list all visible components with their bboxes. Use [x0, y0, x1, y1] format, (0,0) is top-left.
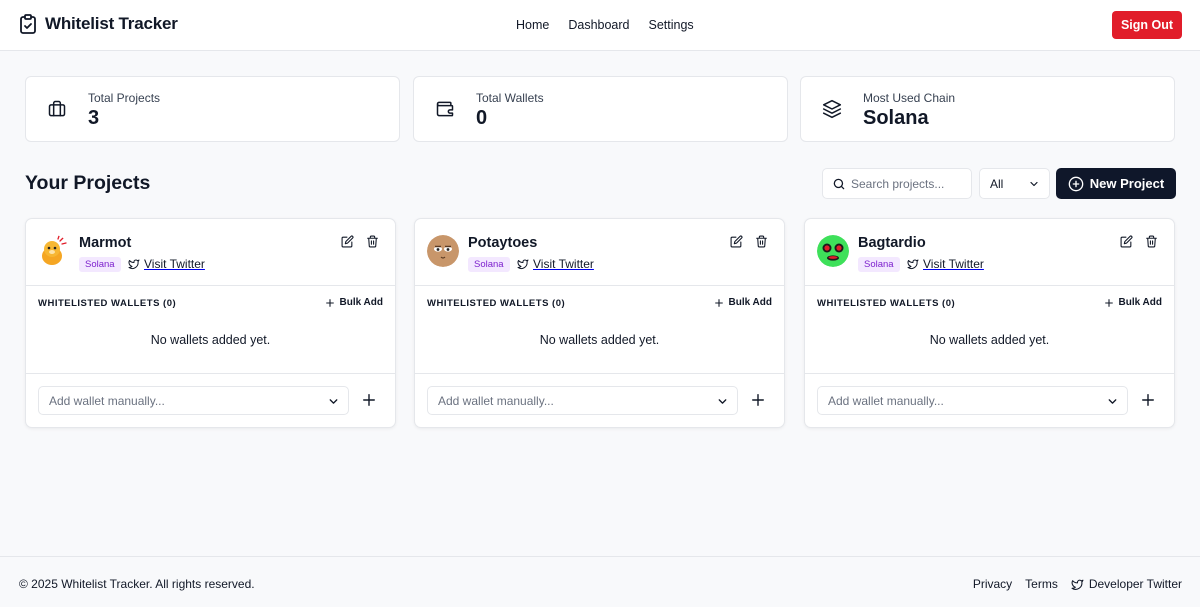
chevron-down-icon: [327, 395, 340, 408]
edit-icon[interactable]: [341, 235, 354, 248]
main-nav: Home Dashboard Settings: [516, 18, 694, 32]
divider: [415, 285, 784, 286]
project-name: Potaytoes: [468, 235, 538, 251]
nav-settings[interactable]: Settings: [649, 18, 694, 32]
stat-label: Most Used Chain: [863, 91, 956, 105]
divider: [805, 285, 1174, 286]
project-card: Potaytoes Solana Visit Twitter WHITELIST…: [414, 218, 785, 428]
add-wallet-plus-icon[interactable]: [751, 393, 765, 407]
brand-title: Whitelist Tracker: [45, 14, 178, 33]
visit-twitter-link[interactable]: Visit Twitter: [128, 257, 205, 271]
footer-links: Privacy Terms Developer Twitter: [973, 577, 1182, 591]
add-wallet-placeholder: Add wallet manually...: [49, 394, 165, 408]
bulk-add-button[interactable]: Bulk Add: [1104, 297, 1162, 308]
add-wallet-select[interactable]: Add wallet manually...: [427, 386, 738, 415]
project-card: Marmot Solana Visit Twitter WHITELISTED …: [25, 218, 396, 428]
add-wallet-select[interactable]: Add wallet manually...: [817, 386, 1128, 415]
new-project-label: New Project: [1089, 176, 1165, 191]
add-wallet-placeholder: Add wallet manually...: [828, 394, 944, 408]
footer-terms-link[interactable]: Terms: [1025, 577, 1058, 591]
divider: [415, 373, 784, 374]
app-footer: © 2025 Whitelist Tracker. All rights res…: [0, 556, 1200, 607]
project-name: Bagtardio: [858, 235, 926, 251]
chain-badge: Solana: [858, 257, 900, 272]
trash-icon[interactable]: [755, 235, 768, 248]
twitter-icon: [128, 258, 140, 270]
divider: [805, 373, 1174, 374]
bulk-add-button[interactable]: Bulk Add: [325, 297, 383, 308]
divider: [26, 285, 395, 286]
stat-value: Solana: [863, 107, 929, 129]
project-card: Bagtardio Solana Visit Twitter WHITELIST…: [804, 218, 1175, 428]
add-wallet-select[interactable]: Add wallet manually...: [38, 386, 349, 415]
add-wallet-placeholder: Add wallet manually...: [438, 394, 554, 408]
visit-twitter-label: Visit Twitter: [144, 257, 205, 271]
chevron-down-icon: [1106, 395, 1119, 408]
plus-icon: [714, 298, 724, 308]
visit-twitter-label: Visit Twitter: [533, 257, 594, 271]
search-input[interactable]: [851, 175, 967, 193]
project-avatar-marmot: [38, 235, 70, 267]
plus-icon: [1104, 298, 1114, 308]
stat-card-total-wallets: Total Wallets 0: [413, 76, 788, 142]
edit-icon[interactable]: [1120, 235, 1133, 248]
divider: [26, 373, 395, 374]
visit-twitter-link[interactable]: Visit Twitter: [517, 257, 594, 271]
wallet-icon: [435, 99, 455, 119]
stat-card-most-used-chain: Most Used Chain Solana: [800, 76, 1175, 142]
filter-value: All: [990, 177, 1004, 191]
empty-wallets-text: No wallets added yet.: [150, 333, 271, 347]
bulk-add-button[interactable]: Bulk Add: [714, 297, 772, 308]
nav-home[interactable]: Home: [516, 18, 549, 32]
chevron-down-icon: [716, 395, 729, 408]
chain-badge: Solana: [468, 257, 510, 272]
visit-twitter-link[interactable]: Visit Twitter: [907, 257, 984, 271]
project-name: Marmot: [79, 235, 132, 251]
brand[interactable]: Whitelist Tracker: [19, 14, 178, 34]
app-header: Whitelist Tracker Home Dashboard Setting…: [0, 0, 1200, 51]
new-project-button[interactable]: New Project: [1056, 168, 1176, 199]
sign-out-button[interactable]: Sign Out: [1112, 11, 1182, 39]
chevron-down-icon: [1028, 178, 1040, 190]
copyright-text: © 2025 Whitelist Tracker. All rights res…: [19, 577, 255, 591]
stat-label: Total Projects: [88, 91, 161, 105]
nav-dashboard[interactable]: Dashboard: [568, 18, 629, 32]
footer-developer-twitter-link[interactable]: Developer Twitter: [1071, 577, 1182, 591]
twitter-icon: [517, 258, 529, 270]
trash-icon[interactable]: [366, 235, 379, 248]
layers-icon: [822, 99, 842, 119]
stat-value: 0: [476, 107, 488, 129]
developer-twitter-label: Developer Twitter: [1088, 577, 1182, 591]
twitter-icon: [1071, 578, 1084, 591]
stat-card-total-projects: Total Projects 3: [25, 76, 400, 142]
briefcase-icon: [47, 99, 67, 119]
add-wallet-plus-icon[interactable]: [362, 393, 376, 407]
chain-badge: Solana: [79, 257, 121, 272]
bulk-add-label: Bulk Add: [1118, 297, 1162, 308]
twitter-icon: [907, 258, 919, 270]
project-avatar-bagtardio: [817, 235, 849, 267]
add-wallet-plus-icon[interactable]: [1141, 393, 1155, 407]
section-title: Your Projects: [25, 172, 151, 194]
whitelisted-wallets-header: WHITELISTED WALLETS (0): [38, 298, 177, 309]
stat-label: Total Wallets: [476, 91, 544, 105]
empty-wallets-text: No wallets added yet.: [539, 333, 660, 347]
search-box[interactable]: [822, 168, 972, 199]
visit-twitter-label: Visit Twitter: [923, 257, 984, 271]
search-icon: [832, 177, 846, 191]
trash-icon[interactable]: [1145, 235, 1158, 248]
whitelisted-wallets-header: WHITELISTED WALLETS (0): [427, 298, 566, 309]
empty-wallets-text: No wallets added yet.: [929, 333, 1050, 347]
clipboard-check-icon: [19, 14, 37, 34]
chain-filter-select[interactable]: All: [979, 168, 1050, 199]
plus-icon: [325, 298, 335, 308]
bulk-add-label: Bulk Add: [728, 297, 772, 308]
edit-icon[interactable]: [730, 235, 743, 248]
bulk-add-label: Bulk Add: [339, 297, 383, 308]
project-avatar-potaytoes: [427, 235, 459, 267]
whitelisted-wallets-header: WHITELISTED WALLETS (0): [817, 298, 956, 309]
stat-value: 3: [88, 107, 100, 129]
footer-privacy-link[interactable]: Privacy: [973, 577, 1012, 591]
plus-circle-icon: [1068, 176, 1084, 192]
